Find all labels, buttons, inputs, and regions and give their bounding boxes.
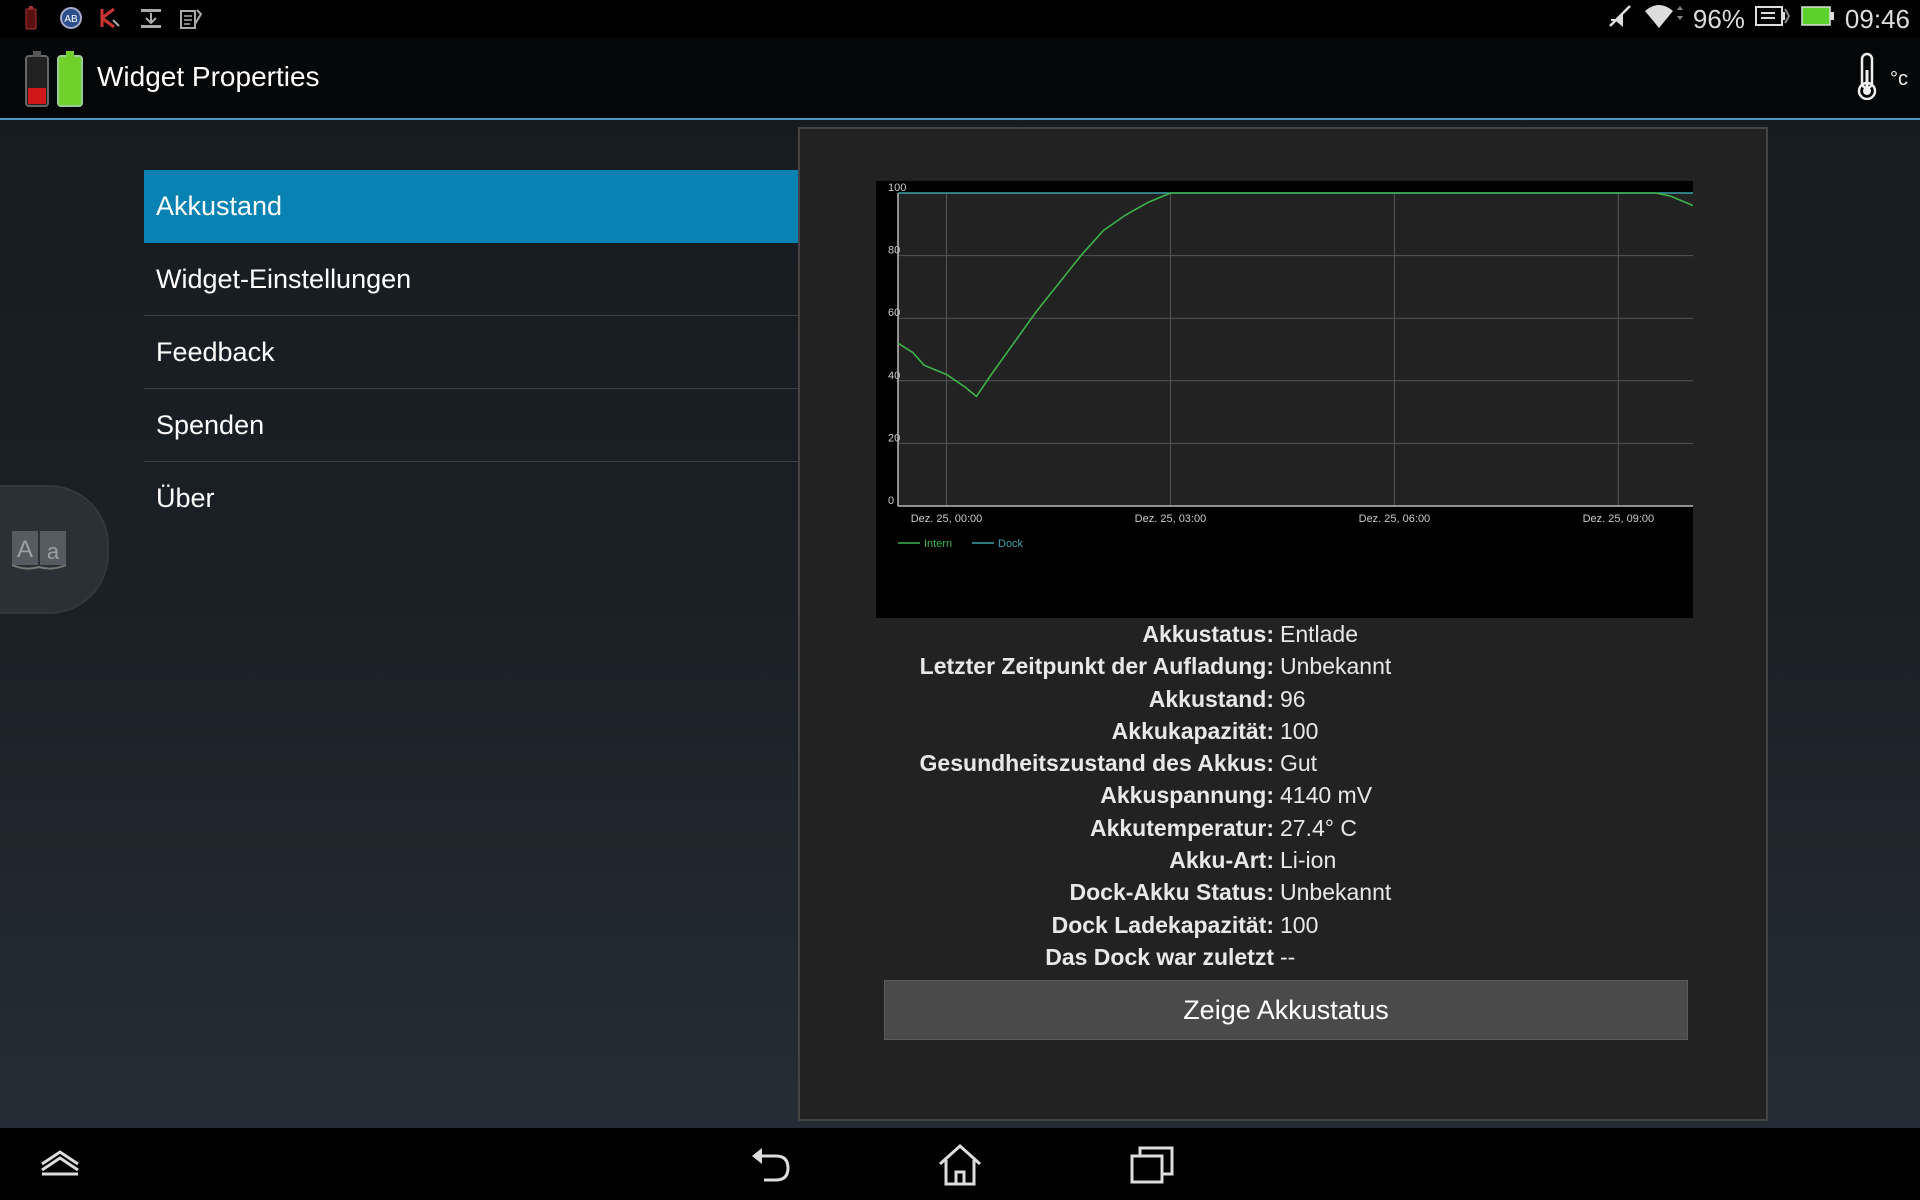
y-tick-label: 100 bbox=[888, 182, 906, 194]
info-value: 100 bbox=[1280, 911, 1319, 938]
battery-charging-icon bbox=[1754, 3, 1791, 36]
menu-item-widget-einstellungen[interactable]: Widget-Einstellungen bbox=[144, 243, 798, 316]
clipboard-icon bbox=[178, 5, 204, 31]
svg-text:a: a bbox=[47, 539, 60, 564]
thermometer-icon bbox=[1854, 52, 1880, 106]
show-battery-status-button[interactable]: Zeige Akkustatus bbox=[884, 980, 1688, 1040]
chart-svg: 020406080100Dez. 25, 00:00 Dez. 25, 03:00… bbox=[888, 182, 1694, 550]
info-label: Das Dock war zuletzt angeschlossen: bbox=[1045, 943, 1274, 1002]
navigation-bar bbox=[0, 1128, 1920, 1200]
info-value: 4140 mV bbox=[1280, 782, 1373, 809]
info-row: Letzter Zeitpunkt der Aufladung: Unbekann… bbox=[868, 650, 1718, 682]
info-row: Gesundheitszustand des Akkus: Gut bbox=[868, 747, 1718, 779]
info-label: Akkuspannung: bbox=[1100, 782, 1274, 809]
temperature-unit-label: °c bbox=[1890, 67, 1908, 90]
info-row: Das Dock war zuletzt angeschlossen:-- bbox=[868, 941, 1718, 1002]
info-value: 27.4° C bbox=[1280, 814, 1357, 841]
temperature-unit-button[interactable]: °c bbox=[1854, 52, 1908, 106]
action-bar: Widget Properties °c bbox=[0, 38, 1920, 120]
battery-percent: 96% bbox=[1692, 3, 1745, 34]
info-label: Dock Ladekapazität: bbox=[1051, 911, 1274, 938]
info-label: Dock-Akku Status: bbox=[1069, 879, 1274, 906]
system-status: 96% 09:46 bbox=[1607, 0, 1910, 38]
info-value: Entlade bbox=[1280, 621, 1359, 647]
menu-item-spenden[interactable]: Spenden bbox=[144, 389, 798, 462]
page-title: Widget Properties bbox=[97, 61, 320, 92]
info-row: Akkukapazität: 100 bbox=[868, 715, 1718, 747]
info-row: Dock Ladekapazität: 100 bbox=[868, 909, 1718, 941]
info-row: Akkustand: 96 bbox=[868, 683, 1718, 715]
battery-alert-icon bbox=[18, 5, 44, 31]
info-label: Akkutemperatur: bbox=[1089, 814, 1274, 841]
collapse-icon[interactable] bbox=[36, 1140, 84, 1188]
menu-item-ueber[interactable]: Über bbox=[144, 462, 798, 534]
info-label: Letzter Zeitpunkt der Aufladung: bbox=[919, 653, 1274, 680]
info-value: Li-ion bbox=[1280, 847, 1337, 874]
kaspersky-icon bbox=[98, 5, 124, 31]
svg-text:AB: AB bbox=[64, 14, 78, 25]
info-value: 100 bbox=[1280, 717, 1319, 744]
info-label: Akkustatus: bbox=[1142, 621, 1274, 647]
legend-label: Dock bbox=[998, 538, 1024, 550]
info-row: Akkustatus: Entlade bbox=[868, 618, 1718, 650]
info-value: Unbekannt bbox=[1280, 879, 1392, 906]
info-value: 96 bbox=[1280, 685, 1306, 712]
info-label: Akku-Art: bbox=[1169, 847, 1274, 874]
dictionary-icon: AB bbox=[58, 5, 84, 31]
info-value: -- bbox=[1280, 943, 1296, 970]
info-value: Unbekannt bbox=[1280, 653, 1392, 680]
mute-icon bbox=[1607, 3, 1633, 36]
x-tick-label: Dez. 25, 00:00 bbox=[911, 513, 983, 525]
app-icon[interactable] bbox=[22, 50, 88, 108]
info-row: Akkuspannung: 4140 mV bbox=[868, 779, 1718, 811]
download-icon bbox=[138, 5, 164, 31]
back-icon[interactable] bbox=[746, 1140, 794, 1188]
x-tick-label: Dez. 25, 06:00 bbox=[1359, 513, 1431, 525]
x-tick-label: Dez. 25, 03:00 bbox=[1135, 513, 1207, 525]
info-label: Gesundheitszustand des Akkus: bbox=[919, 750, 1274, 777]
recent-apps-icon[interactable] bbox=[1128, 1140, 1176, 1188]
battery-status-panel: 0 20 40 60 80 100 Dez. 25, 00:00 Dez. 25, 03:00… bbox=[798, 127, 1768, 1121]
info-value: Gut bbox=[1280, 750, 1318, 777]
info-row: Dock-Akku Status: Unbekannt bbox=[868, 876, 1718, 908]
svg-text:A: A bbox=[17, 536, 33, 563]
dictionary-shortcut-icon[interactable]: Aa bbox=[8, 525, 72, 571]
y-tick-label: 0 bbox=[888, 495, 894, 507]
menu-item-feedback[interactable]: Feedback bbox=[144, 316, 798, 389]
battery-level-chart: 0 20 40 60 80 100 Dez. 25, 00:00 Dez. 25, 03:00… bbox=[876, 181, 1694, 618]
info-row: Akkutemperatur: 27.4° C bbox=[868, 812, 1718, 844]
battery-icon bbox=[1801, 3, 1835, 36]
clock: 09:46 bbox=[1844, 3, 1910, 34]
menu-item-akkustand[interactable]: Akkustand bbox=[144, 170, 798, 243]
notification-icons: AB bbox=[18, 5, 204, 31]
plot-area bbox=[898, 193, 1693, 506]
info-label: Akkustand: bbox=[1148, 685, 1274, 712]
x-tick-label: Dez. 25, 09:00 bbox=[1583, 513, 1655, 525]
home-icon[interactable] bbox=[936, 1140, 984, 1188]
wifi-icon bbox=[1643, 2, 1683, 37]
info-label: Akkukapazität: bbox=[1111, 717, 1274, 744]
status-bar: AB 96% 09:46 bbox=[0, 0, 1920, 38]
settings-menu: Akkustand Widget-Einstellungen Feedback … bbox=[144, 170, 798, 534]
legend-label: Intern bbox=[924, 538, 952, 550]
battery-info-list: Akkustatus: Entlade Letzter Zeitpunkt der… bbox=[868, 618, 1718, 1002]
info-row: Akku-Art: Li-ion bbox=[868, 844, 1718, 876]
